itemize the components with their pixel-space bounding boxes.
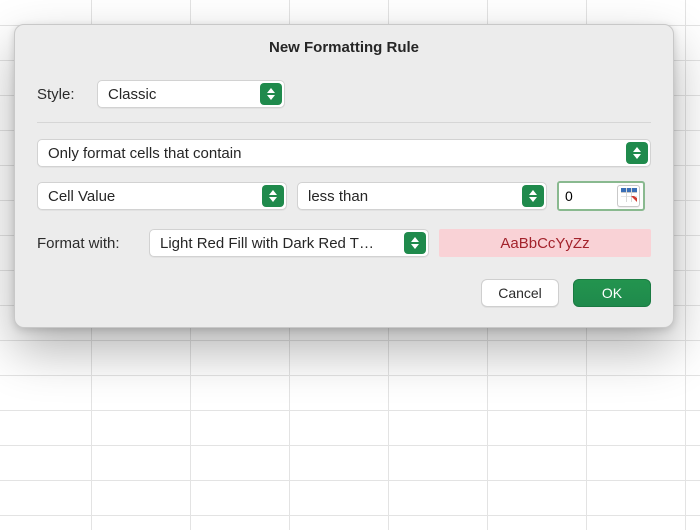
condition-operator-value: less than xyxy=(308,188,368,205)
style-select-value: Classic xyxy=(108,86,156,103)
condition-target-select[interactable]: Cell Value xyxy=(37,182,287,210)
chevrons-updown-icon xyxy=(626,142,648,164)
rule-type-value: Only format cells that contain xyxy=(48,145,241,162)
chevrons-updown-icon xyxy=(522,185,544,207)
range-picker-icon xyxy=(621,188,637,205)
style-label: Style: xyxy=(37,86,87,103)
format-with-value: Light Red Fill with Dark Red T… xyxy=(160,235,374,252)
cancel-button-label: Cancel xyxy=(498,285,542,301)
separator xyxy=(37,122,651,123)
dialog-footer: Cancel OK xyxy=(37,279,651,307)
dialog-title: New Formatting Rule xyxy=(37,25,651,80)
format-preview-text: AaBbCcYyZz xyxy=(500,235,589,252)
format-with-select[interactable]: Light Red Fill with Dark Red T… xyxy=(149,229,429,257)
condition-target-value: Cell Value xyxy=(48,188,115,205)
chevrons-updown-icon xyxy=(404,232,426,254)
format-with-label: Format with: xyxy=(37,235,139,252)
range-picker-button[interactable] xyxy=(617,185,640,207)
ok-button-label: OK xyxy=(602,285,622,301)
style-select[interactable]: Classic xyxy=(97,80,285,108)
condition-operator-select[interactable]: less than xyxy=(297,182,547,210)
chevrons-updown-icon xyxy=(262,185,284,207)
cancel-button[interactable]: Cancel xyxy=(481,279,559,307)
format-preview-swatch: AaBbCcYyZz xyxy=(439,229,651,257)
condition-value-wrap xyxy=(557,181,645,211)
condition-value-input[interactable] xyxy=(559,183,617,209)
rule-type-select[interactable]: Only format cells that contain xyxy=(37,139,651,167)
ok-button[interactable]: OK xyxy=(573,279,651,307)
chevrons-updown-icon xyxy=(260,83,282,105)
new-formatting-rule-dialog: New Formatting Rule Style: Classic Only … xyxy=(14,24,674,328)
